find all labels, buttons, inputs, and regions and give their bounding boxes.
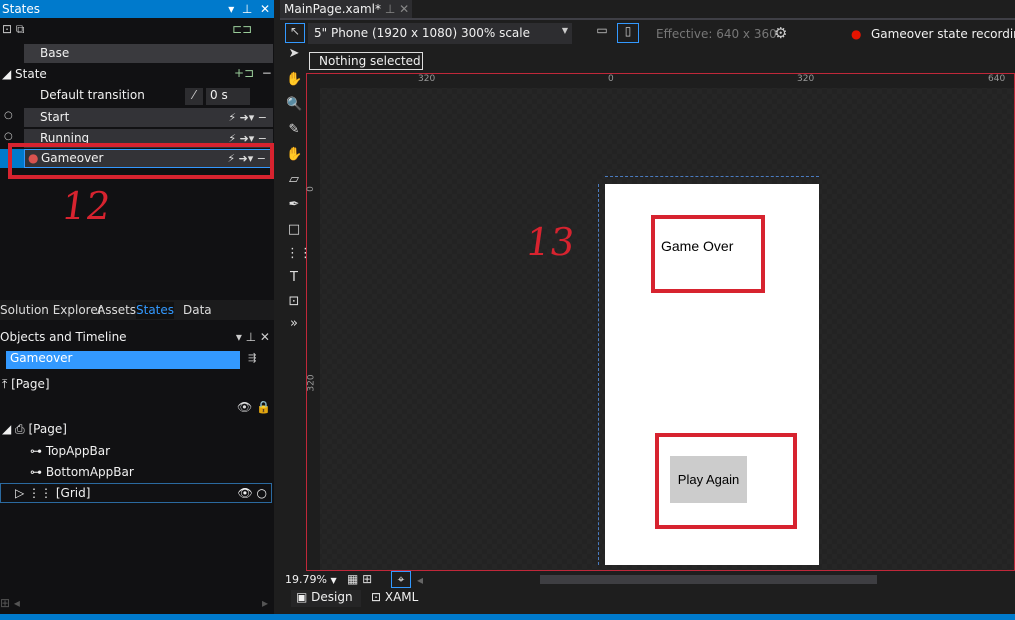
state-group-header[interactable]: ◢ State [0,65,47,84]
timeline-scope[interactable]: Gameover [6,351,240,369]
width-guide [605,176,819,177]
page-root-label: [Page] [11,377,50,391]
tree-label: TopAppBar [45,444,111,458]
transition-time-input[interactable]: 0 s [206,88,250,105]
add-state-icon[interactable]: +⊐ − [234,66,272,80]
eyedropper-tool-icon[interactable]: ✎ [286,122,302,138]
tree-page[interactable]: ◢ ⎙ [Page] [2,422,67,437]
ruler-label: 320 [418,74,436,84]
tab-data[interactable]: Data [183,302,212,319]
ruler-label: 0 [305,186,316,192]
tab-label: MainPage.xaml* [284,2,381,16]
zoom-dropdown[interactable]: 19.79% ▼ [285,573,337,586]
recording-icon[interactable]: ● [851,27,861,41]
tab-xaml[interactable]: ⊡ XAML [369,590,418,604]
eraser-tool-icon[interactable]: ▱ [286,172,302,188]
paint-tool-icon[interactable]: ✋ [286,147,302,163]
pointer-tool-icon[interactable]: ➤ [286,46,302,62]
more-tools-icon[interactable]: » [286,316,302,332]
select-tool-icon[interactable]: ↖ [285,23,305,43]
tree-item-bottomappbar[interactable]: ⊶ BottomAppBar [30,465,134,479]
effective-size: Effective: 640 x 360 [656,27,777,41]
tab-label: XAML [384,590,419,604]
panel-title: States [2,2,41,16]
rectangle-tool-icon[interactable]: □ [286,222,302,238]
tree-item-grid[interactable]: ▷ ⋮⋮ [Grid] 👁 ○ [0,483,272,503]
pen-tool-icon[interactable]: ✒ [286,197,302,213]
ruler-label: 640 [988,74,1006,84]
scope-up[interactable]: ⤒ [Page] [2,377,50,392]
objects-panel-header: Objects and Timeline ▾ ⊥ ✕ [0,330,274,347]
group-label: State [15,67,47,81]
landscape-icon[interactable]: ▭ [591,23,613,43]
state-base[interactable]: Base [24,44,273,63]
panel-controls[interactable]: ▾ ⊥ ✕ [236,330,270,344]
grid-tool-icon[interactable]: ⋮⋮ [286,246,312,262]
annotation-box [655,433,797,529]
panel-title: Objects and Timeline [0,330,127,344]
ruler-label: 320 [797,74,815,84]
horizontal-scrollbar[interactable]: ⊞ ◂ ▸ [0,596,274,610]
annotation-box [651,215,765,293]
state-label: Start [40,110,70,124]
annotation-13: 13 [522,220,578,264]
selection-indicator: Nothing selected [309,52,423,70]
ruler-label: 320 [306,374,317,392]
tree-item-topappbar[interactable]: ⊶ TopAppBar [30,444,110,458]
tab-states[interactable]: States [136,302,175,319]
ruler-label: 0 [608,74,614,84]
timeline-toggle-icon[interactable]: ⇶ [248,353,256,364]
add-state-group-icon[interactable]: ⊏⊐ [232,22,252,36]
toolbar-icons[interactable]: ⊡ ⧉ [2,22,24,37]
canvas-scrollbar[interactable] [540,575,877,584]
control-tool-icon[interactable]: ⊡ [286,294,302,310]
recording-status: Gameover state recording is [871,27,1015,41]
pan-tool-icon[interactable]: ✋ [286,72,302,88]
zoom-label: 19.79% [285,573,327,586]
state-actions-icons[interactable]: ⚡ ➜▾ − [228,108,267,127]
ruler-top: 320 0 320 640 [307,74,1014,88]
tab-solution-explorer[interactable]: Solution Explorer [0,302,103,319]
tab-assets[interactable]: Assets [97,302,136,319]
grid-toggle-icons[interactable]: ▦ ⊞ [347,572,372,586]
state-radio[interactable]: ○ [4,110,13,121]
status-bar [0,614,1015,620]
default-transition-label: Default transition [40,88,145,102]
tab-design[interactable]: ▣ Design [291,590,361,607]
tab-divider [280,18,1015,20]
height-guide [598,184,599,565]
text-tool-icon[interactable]: T [286,270,302,286]
annotation-box [8,143,274,179]
panel-controls[interactable]: ▾ ⊥ ✕ [228,0,270,18]
tree-label: [Page] [28,422,67,436]
tree-label: BottomAppBar [45,465,134,479]
snap-icon[interactable]: ⌖ [391,571,411,588]
document-tab[interactable]: MainPage.xaml* ⊥ ✕ [280,0,412,18]
portrait-icon[interactable]: ▯ [617,23,639,43]
ruler-left: 0 320 [305,88,320,570]
tree-label: [Grid] [55,486,91,500]
eye-lock-icons[interactable]: 👁 🔒 [237,400,271,414]
easing-icon[interactable]: ⁄ [185,88,203,105]
visibility-icon[interactable]: 👁 ○ [237,486,267,500]
annotation-12: 12 [58,184,114,228]
scroll-left-icon[interactable]: ◂ [417,573,423,587]
states-panel-title: States ▾ ⊥ ✕ [0,0,274,18]
device-dropdown[interactable]: 5" Phone (1920 x 1080) 300% scale ▼ [308,23,572,44]
state-start[interactable]: Start ⚡ ➜▾ − [24,108,273,127]
gear-icon[interactable]: ⚙ [774,24,787,42]
device-label: 5" Phone (1920 x 1080) 300% scale [314,26,530,40]
state-radio[interactable]: ○ [4,131,13,142]
zoom-tool-icon[interactable]: 🔍 [286,97,302,113]
tab-label: Design [311,590,353,604]
